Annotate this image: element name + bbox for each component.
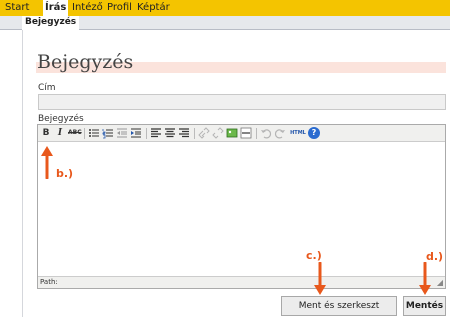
align-center-icon	[165, 128, 175, 138]
bold-button[interactable]: B	[40, 127, 52, 139]
top-navigation: Start Írás Intéző Profil Képtár	[0, 0, 450, 17]
numbered-list-icon	[102, 129, 113, 139]
nav-item-start[interactable]: Start	[5, 1, 29, 15]
annotation-label-b: b.)	[56, 167, 74, 180]
horizontal-rule-button[interactable]	[240, 127, 252, 139]
page-title: Bejegyzés	[37, 51, 134, 73]
editor-path-bar: Path: ◢	[38, 276, 445, 288]
unlink-icon	[212, 127, 224, 139]
insert-image-button[interactable]	[226, 127, 238, 139]
path-label: Path:	[40, 278, 58, 286]
title-input[interactable]	[38, 94, 446, 110]
sub-navigation: Bejegyzés	[0, 16, 450, 30]
help-icon[interactable]: ?	[308, 127, 320, 139]
align-left-icon	[151, 128, 161, 138]
rich-text-editor: B I ABC HTML ? Path: ◢	[37, 124, 446, 289]
toolbar-separator	[194, 128, 195, 139]
outdent-button[interactable]	[116, 127, 128, 139]
title-field-label: Cím	[38, 83, 56, 93]
toolbar-separator	[84, 128, 85, 139]
nav-item-iras[interactable]: Írás	[43, 0, 69, 17]
strikethrough-button[interactable]: ABC	[68, 127, 82, 139]
nav-item-keptar[interactable]: Képtár	[137, 1, 170, 15]
link-icon	[198, 127, 210, 139]
horizontal-rule-icon	[240, 127, 252, 139]
align-left-button[interactable]	[150, 127, 162, 139]
editor-content-area[interactable]	[38, 142, 445, 276]
undo-icon	[261, 129, 272, 139]
annotation-label-c: c.)	[306, 249, 322, 262]
redo-button[interactable]	[274, 127, 286, 139]
redo-icon	[274, 129, 285, 139]
annotation-label-d: d.)	[426, 250, 444, 263]
bullet-list-icon	[89, 129, 99, 137]
subtab-bejegyzes[interactable]: Bejegyzés	[22, 16, 80, 30]
bullet-list-button[interactable]	[88, 127, 100, 139]
annotation-arrow-down-icon	[419, 262, 431, 295]
align-center-button[interactable]	[164, 127, 176, 139]
align-right-icon	[179, 128, 189, 138]
save-and-continue-button[interactable]: Ment és szerkeszt tovább	[281, 296, 397, 316]
link-button[interactable]	[198, 127, 210, 139]
indent-icon	[131, 128, 141, 138]
save-button[interactable]: Mentés	[403, 296, 446, 316]
content-left-border	[22, 30, 23, 317]
unlink-button[interactable]	[212, 127, 224, 139]
annotation-arrow-down-icon	[314, 262, 326, 295]
body-field-label: Bejegyzés	[38, 114, 84, 124]
align-right-button[interactable]	[178, 127, 190, 139]
annotation-arrow-up-icon	[41, 146, 53, 179]
undo-button[interactable]	[260, 127, 272, 139]
nav-item-profil[interactable]: Profil	[107, 1, 132, 15]
indent-button[interactable]	[130, 127, 142, 139]
resize-grip-icon[interactable]: ◢	[437, 278, 443, 287]
toolbar-separator	[146, 128, 147, 139]
image-icon	[226, 128, 238, 138]
italic-button[interactable]: I	[54, 127, 66, 139]
outdent-icon	[117, 128, 127, 138]
toolbar-separator	[256, 128, 257, 139]
html-source-button[interactable]: HTML	[290, 127, 306, 139]
numbered-list-button[interactable]	[102, 127, 114, 139]
editor-toolbar: B I ABC HTML ?	[38, 125, 445, 142]
nav-item-intezo[interactable]: Intéző	[72, 1, 103, 15]
